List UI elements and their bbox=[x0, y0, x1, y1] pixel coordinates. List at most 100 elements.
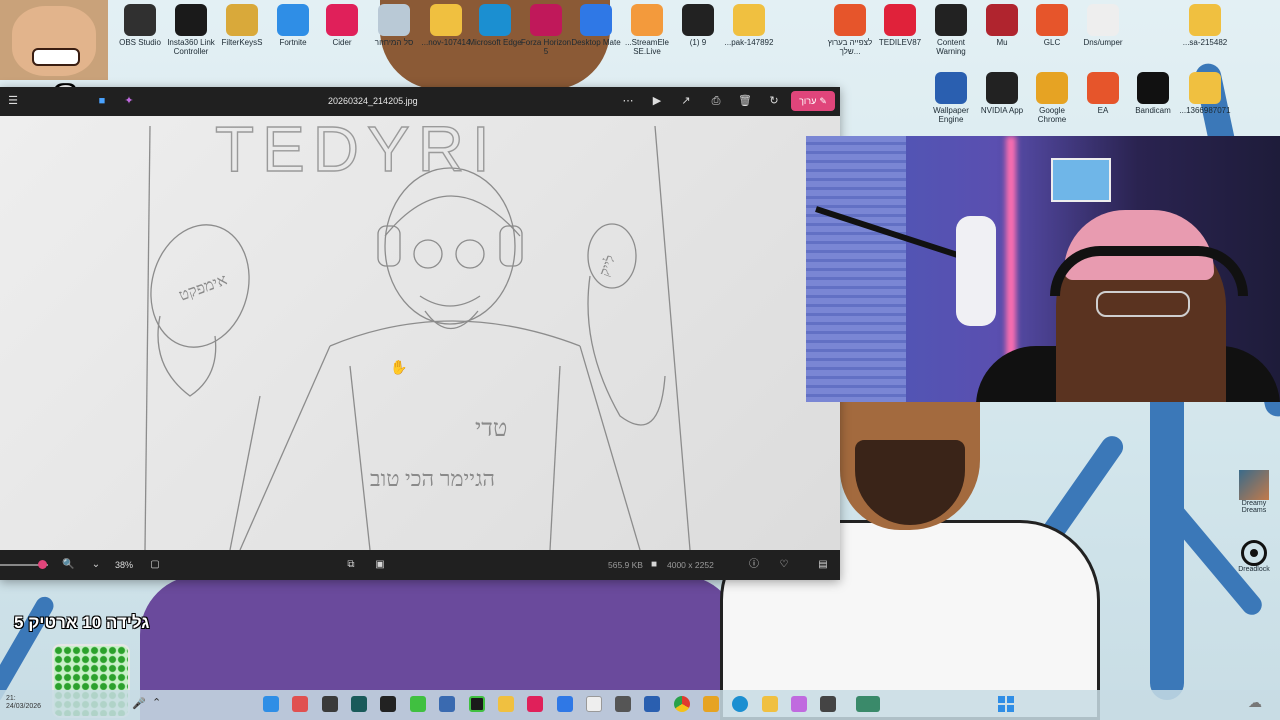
taskbar-app-icon[interactable] bbox=[586, 696, 602, 712]
taskbar-app-icon[interactable] bbox=[439, 696, 455, 712]
photo-canvas[interactable]: TEDYRI אימפקט לייק טדי הגיימר הכי טוב ✋ bbox=[0, 116, 840, 550]
crop-icon[interactable]: ⧉ bbox=[345, 559, 357, 571]
desktop-icon[interactable]: TEDILEV87 bbox=[872, 0, 928, 47]
favorite-heart-icon[interactable]: ♡ bbox=[778, 559, 790, 571]
taskbar-clock[interactable]: 21: 24/03/2026 bbox=[6, 695, 41, 711]
image-thumb-icon bbox=[1239, 470, 1269, 500]
taskbar-app-icon[interactable] bbox=[615, 696, 631, 712]
taskbar-app-icon[interactable] bbox=[557, 696, 573, 712]
desktop-icon[interactable]: Content Warning bbox=[923, 0, 979, 56]
taskbar-app-icon[interactable] bbox=[644, 696, 660, 712]
desktop-icon[interactable]: ...1366987071 bbox=[1177, 68, 1233, 115]
heart-icon bbox=[884, 4, 916, 36]
desktop-icon[interactable]: Cider bbox=[314, 0, 370, 47]
zoom-level[interactable]: 38% bbox=[115, 560, 133, 570]
zoom-slider-knob[interactable] bbox=[38, 560, 47, 569]
desktop-icon[interactable]: (1) 9 bbox=[670, 0, 726, 47]
taskbar-app-icon[interactable] bbox=[410, 696, 426, 712]
obs-icon bbox=[124, 4, 156, 36]
desktop-icon[interactable]: FilterKeysS bbox=[214, 0, 270, 47]
taskbar-app-icon[interactable] bbox=[351, 696, 367, 712]
share-icon[interactable]: ↗ bbox=[679, 94, 693, 108]
desktop-icon[interactable]: ...pak-147892 bbox=[721, 0, 777, 47]
file-size: 565.9 KB bbox=[608, 560, 643, 570]
info-icon[interactable]: ⓘ bbox=[748, 559, 760, 571]
desktop-icon[interactable]: לצפייה בערוץ שלך... bbox=[822, 0, 878, 56]
desktop-icon[interactable]: Forza Horizon 5 bbox=[518, 0, 574, 56]
taskbar-app-icon[interactable] bbox=[380, 696, 396, 712]
drawing-left-hand-text: אימפקט bbox=[177, 271, 230, 304]
desktop-icon[interactable]: Mu bbox=[974, 0, 1030, 47]
taskbar-edge-icon[interactable] bbox=[732, 696, 748, 712]
taskbar-app-icon[interactable] bbox=[703, 696, 719, 712]
print-icon[interactable]: ⎙ bbox=[709, 94, 723, 108]
rotate-icon[interactable]: ↻ bbox=[767, 94, 781, 108]
copilot-icon[interactable]: ✦ bbox=[122, 94, 136, 108]
chevron-down-icon[interactable]: ⌄ bbox=[90, 559, 102, 571]
taskbar-app-icon[interactable] bbox=[856, 696, 880, 712]
desktop-icon[interactable]: Bandicam bbox=[1125, 68, 1181, 115]
taskbar-chrome-icon[interactable] bbox=[674, 696, 690, 712]
desktop-icon-label: Dreadlock bbox=[1238, 566, 1270, 573]
desktop-icon[interactable]: Desktop Mate bbox=[568, 0, 624, 47]
fit-to-window-icon[interactable]: ▢ bbox=[149, 559, 161, 571]
desktop-icon[interactable]: ...nov-107414 bbox=[418, 0, 474, 47]
folder-icon bbox=[1189, 72, 1221, 104]
taskbar-app-icon[interactable] bbox=[469, 696, 485, 712]
drawing-title-text: TEDYRI bbox=[215, 116, 498, 185]
desktop-icon[interactable]: ...StreamEle SE.Live bbox=[619, 0, 675, 56]
desktop-icon-label: Wallpaper Engine bbox=[933, 106, 969, 124]
delete-icon[interactable]: 🗑 bbox=[738, 94, 752, 108]
back-icon[interactable]: ☰ bbox=[6, 94, 20, 108]
desktop-icon[interactable]: NVIDIA App bbox=[974, 68, 1030, 115]
desktop-icon[interactable]: OBS Studio bbox=[112, 0, 168, 47]
taskbar-app-icon[interactable] bbox=[263, 696, 279, 712]
disk-icon: ■ bbox=[650, 559, 658, 570]
taskbar-app-icon[interactable] bbox=[791, 696, 807, 712]
desktop-icon-label: TEDILEV87 bbox=[878, 38, 922, 47]
desktop-icon-dreadlock[interactable]: Dreadlock bbox=[1234, 540, 1274, 573]
desktop-icon-label: ...1366987071 bbox=[1179, 106, 1231, 115]
desktop-icon[interactable]: GLC bbox=[1024, 0, 1080, 47]
chevron-up-icon[interactable]: ⌃ bbox=[152, 696, 161, 709]
desktop-icon[interactable]: Google Chrome bbox=[1024, 68, 1080, 124]
desktop-icon[interactable]: Dns/umper bbox=[1075, 0, 1131, 47]
zoom-out-icon[interactable]: 🔍 bbox=[62, 559, 74, 571]
desktop-icon[interactable]: Microsoft Edge bbox=[467, 0, 523, 47]
gallery-icon[interactable]: ■ bbox=[95, 94, 109, 108]
desktop-icon[interactable]: Insta360 Link Controller bbox=[163, 0, 219, 56]
desktop-icon[interactable]: EA bbox=[1075, 68, 1131, 115]
webcam-microphone bbox=[956, 216, 996, 326]
taskbar-app-icon[interactable] bbox=[322, 696, 338, 712]
desktop-icon[interactable]: סל המיחזור bbox=[366, 0, 422, 47]
taskbar-app-icon[interactable] bbox=[820, 696, 836, 712]
slideshow-icon[interactable]: ▶ bbox=[650, 94, 664, 108]
desktop-icon[interactable]: ...sa-215482 bbox=[1177, 0, 1233, 47]
wallpaper-engine-icon bbox=[935, 72, 967, 104]
microphone-icon[interactable]: 🎤 bbox=[132, 697, 146, 710]
pencil-drawing: TEDYRI אימפקט לייק טדי הגיימר הכי טוב bbox=[144, 116, 691, 550]
desktop-icon[interactable]: Fortnite bbox=[265, 0, 321, 47]
windows-start-icon[interactable] bbox=[998, 696, 1014, 712]
select-area-icon[interactable]: ▣ bbox=[374, 559, 386, 571]
taskbar-app-icon[interactable] bbox=[527, 696, 543, 712]
more-options-icon[interactable]: ⋯ bbox=[621, 94, 635, 108]
desktop-icon[interactable]: Wallpaper Engine bbox=[923, 68, 979, 124]
clock-date: 24/03/2026 bbox=[6, 703, 42, 710]
edit-icon: ✎ bbox=[819, 95, 827, 106]
desktop-icon-dreamy[interactable]: Dreamy Dreams bbox=[1234, 470, 1274, 514]
taskbar-app-icon[interactable] bbox=[498, 696, 514, 712]
file-icon bbox=[1087, 4, 1119, 36]
content-warning-icon bbox=[935, 4, 967, 36]
recycle-bin-icon bbox=[378, 4, 410, 36]
drawing-shirt-line1: טדי bbox=[475, 416, 507, 442]
filmstrip-icon[interactable]: ▤ bbox=[817, 559, 829, 571]
edit-button[interactable]: ערוך ✎ bbox=[791, 91, 835, 111]
chrome-icon bbox=[1036, 72, 1068, 104]
desktop-icon-label: NVIDIA App bbox=[980, 106, 1024, 115]
taskbar-file-explorer-icon[interactable] bbox=[762, 696, 778, 712]
ice-cream-overlay-text: גלידה 10 ארטיק 5 bbox=[14, 613, 150, 632]
weather-icon[interactable]: ☁ bbox=[1248, 694, 1262, 711]
clock-time: 21: bbox=[6, 695, 16, 702]
taskbar-app-icon[interactable] bbox=[292, 696, 308, 712]
